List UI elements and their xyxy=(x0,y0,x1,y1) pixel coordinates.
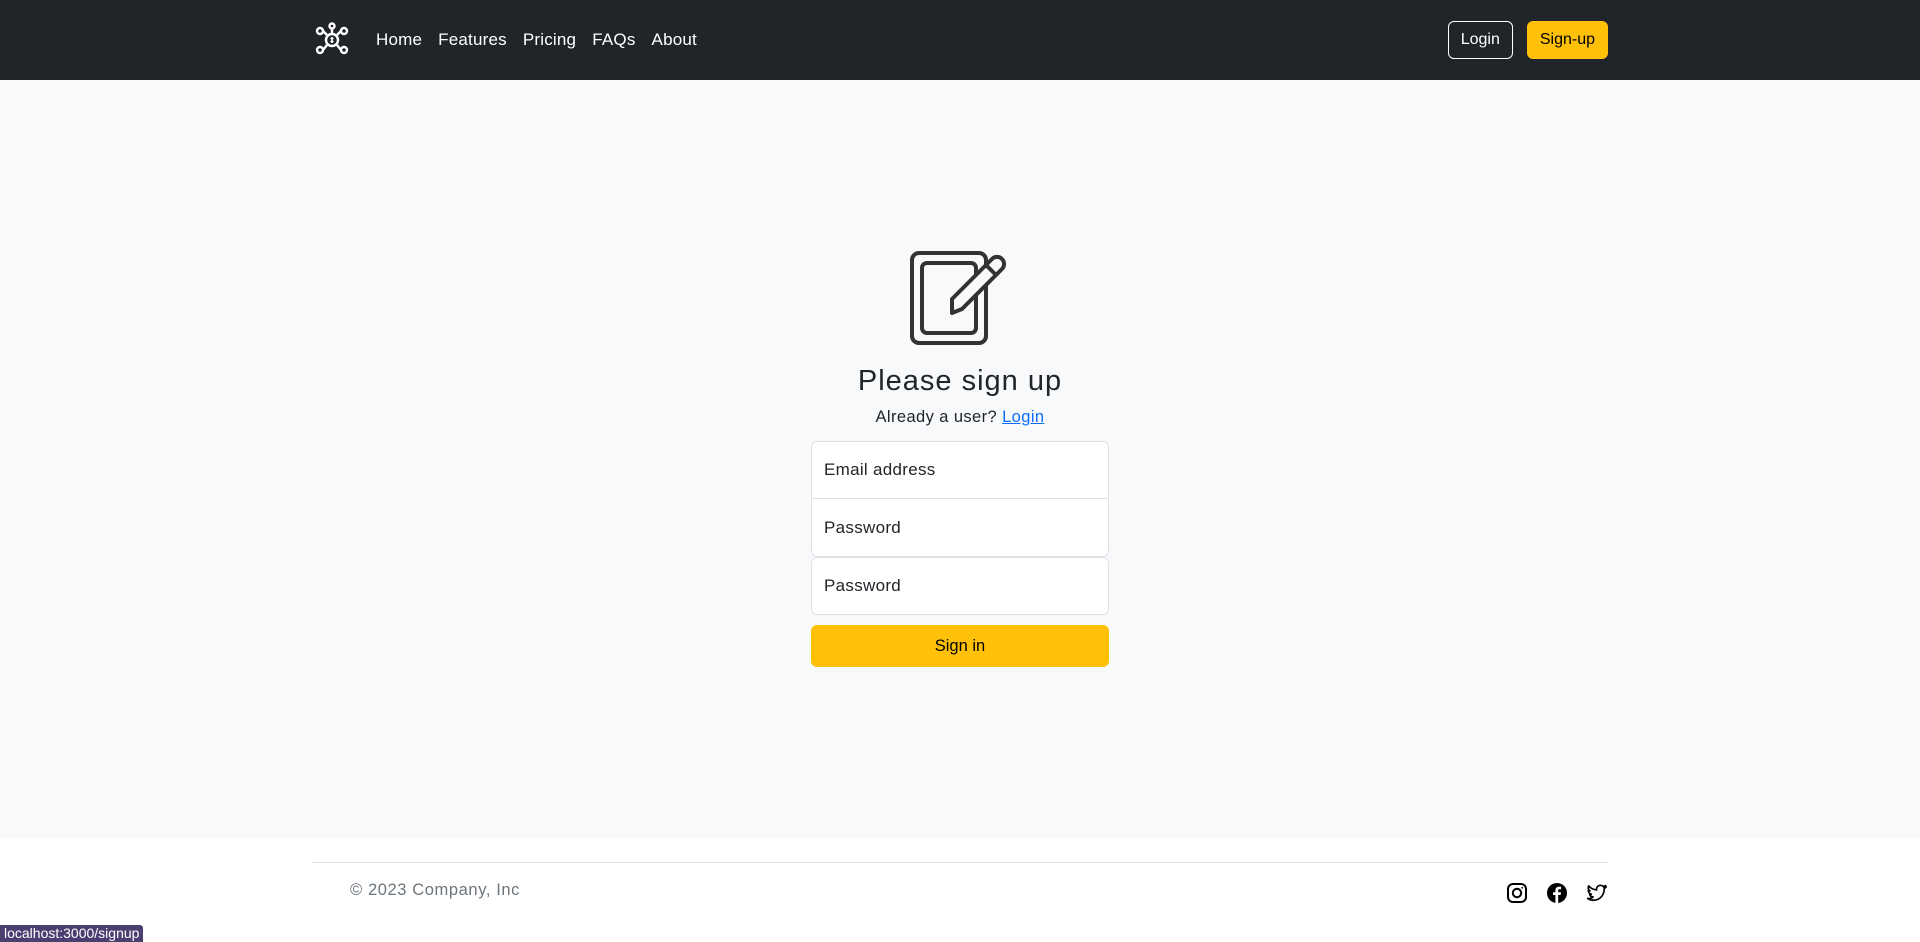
facebook-link[interactable] xyxy=(1545,881,1569,905)
signup-form: Please sign up Already a user? Login Sig… xyxy=(811,243,1109,667)
nav-link-pricing[interactable]: Pricing xyxy=(515,30,584,50)
login-button[interactable]: Login xyxy=(1447,21,1513,59)
password-field[interactable] xyxy=(824,517,1096,538)
main-content: Please sign up Already a user? Login Sig… xyxy=(0,80,1920,838)
sign-in-button[interactable]: Sign in xyxy=(811,625,1109,667)
instagram-icon xyxy=(1507,883,1527,903)
status-bar-url: localhost:3000/signup xyxy=(0,925,144,942)
email-field-wrapper xyxy=(811,441,1109,499)
page-title: Please sign up xyxy=(857,365,1063,397)
footer: © 2023 Company, Inc xyxy=(0,838,1920,942)
password-confirm-field-wrapper xyxy=(811,557,1109,615)
nav-link-faqs[interactable]: FAQs xyxy=(584,30,643,50)
twitter-icon xyxy=(1586,884,1607,902)
email-field[interactable] xyxy=(824,460,1096,480)
nav-link-features[interactable]: Features xyxy=(430,30,515,50)
twitter-link[interactable] xyxy=(1585,881,1609,905)
navbar-container: Home Features Pricing FAQs About Login S… xyxy=(312,0,1608,80)
signup-button[interactable]: Sign-up xyxy=(1526,21,1608,59)
pencil-square-icon xyxy=(910,251,1007,345)
password-confirm-field[interactable] xyxy=(824,576,1096,596)
nav-links: Home Features Pricing FAQs About xyxy=(372,30,705,50)
nav-link-about[interactable]: About xyxy=(644,30,705,50)
nav-actions: Login Sign-up xyxy=(1447,21,1608,59)
copyright-text: © 2023 Company, Inc xyxy=(350,881,521,899)
login-link[interactable]: Login xyxy=(1002,408,1044,426)
password-field-wrapper xyxy=(811,499,1109,557)
navbar: Home Features Pricing FAQs About Login S… xyxy=(0,0,1920,80)
brand-logo[interactable] xyxy=(312,20,352,60)
instagram-link[interactable] xyxy=(1505,881,1529,905)
facebook-icon xyxy=(1547,883,1567,903)
network-dollar-icon xyxy=(315,22,349,55)
login-prompt-text: Already a user? xyxy=(875,408,998,426)
login-prompt: Already a user? Login xyxy=(876,408,1045,427)
social-links xyxy=(1505,881,1609,905)
footer-divider xyxy=(312,862,1608,863)
nav-link-home[interactable]: Home xyxy=(372,30,430,50)
